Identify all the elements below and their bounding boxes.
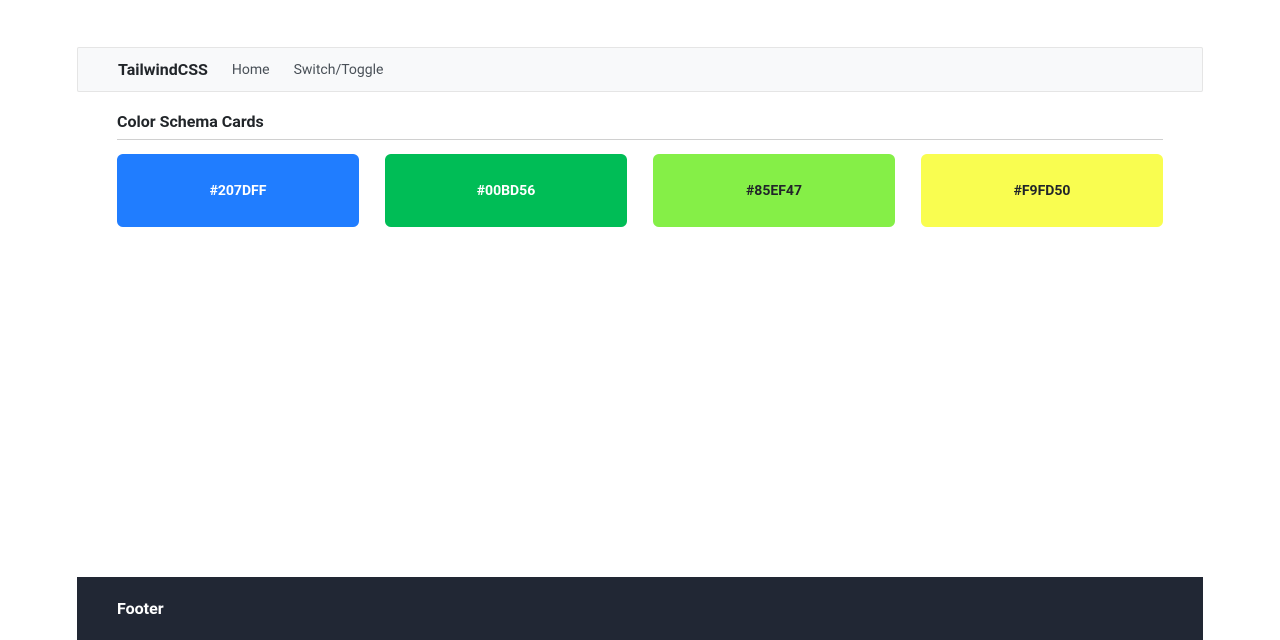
color-card: #207DFF: [117, 154, 359, 227]
footer: Footer: [77, 577, 1203, 640]
color-card: #85EF47: [653, 154, 895, 227]
nav-link-home[interactable]: Home: [232, 62, 270, 78]
navbar: TailwindCSS Home Switch/Toggle: [77, 47, 1203, 92]
color-card: #F9FD50: [921, 154, 1163, 227]
nav-link-switch-toggle[interactable]: Switch/Toggle: [294, 62, 384, 78]
main-content: Color Schema Cards #207DFF #00BD56 #85EF…: [77, 92, 1203, 577]
color-cards-row: #207DFF #00BD56 #85EF47 #F9FD50: [117, 154, 1163, 227]
footer-label: Footer: [117, 599, 164, 618]
color-card: #00BD56: [385, 154, 627, 227]
navbar-brand[interactable]: TailwindCSS: [118, 60, 208, 79]
section-title: Color Schema Cards: [117, 112, 1163, 140]
